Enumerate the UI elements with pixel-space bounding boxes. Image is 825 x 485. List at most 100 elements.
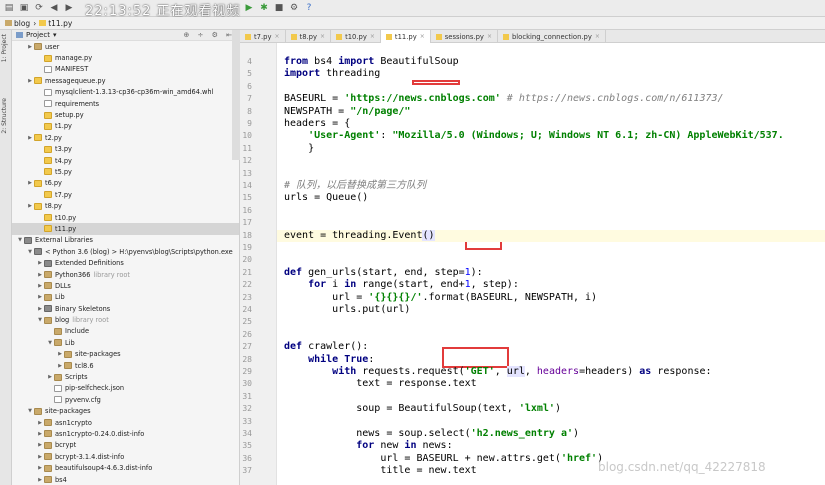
tree-item[interactable]: MANIFEST [12,64,239,75]
tree-item[interactable]: ▶ t6.py [12,178,239,189]
tree-item[interactable]: t7.py [12,189,239,200]
tree-item[interactable]: setup.py [12,109,239,120]
code-line[interactable]: 'User-Agent': "Mozilla/5.0 (Windows; U; … [284,130,784,142]
editor-tab[interactable]: t10.py × [331,30,381,43]
tree-item[interactable]: ▶ messagequeue.py [12,75,239,86]
code-line[interactable]: from bs4 import BeautifulSoup [284,56,459,68]
close-icon[interactable]: × [420,33,425,40]
dropdown-icon[interactable]: ▾ [53,31,57,39]
tree-item[interactable]: ▶ asn1crypto-0.24.0.dist-info [12,428,239,439]
code-line[interactable]: for new in news: [284,440,452,452]
debug-icon[interactable]: ✱ [258,2,270,14]
tree-item[interactable]: ▶ Lib [12,292,239,303]
editor-tab[interactable]: t11.py × [380,30,431,43]
chevron-right-icon[interactable]: ▶ [56,363,64,369]
chevron-right-icon[interactable]: ▶ [36,465,44,471]
code-line[interactable]: soup = BeautifulSoup(text, 'lxml') [284,403,561,415]
tree-item[interactable]: ▼ < Python 3.6 (blog) > H:\pyenvs\blog\Sc… [12,246,239,257]
tree-item[interactable]: ▶ Scripts [12,371,239,382]
tree-item[interactable]: ▶ DLLs [12,280,239,291]
chevron-down-icon[interactable]: ▼ [16,237,24,243]
tree-item[interactable]: t4.py [12,155,239,166]
code-line[interactable]: def gen_urls(start, end, step=1): [284,267,483,279]
chevron-right-icon[interactable]: ▶ [26,203,34,209]
tree-item[interactable]: t1.py [12,121,239,132]
chevron-down-icon[interactable]: ▼ [26,249,34,255]
close-icon[interactable]: × [275,33,280,40]
breadcrumb-item[interactable]: t11.py [39,19,72,28]
sync-icon[interactable]: ⟳ [33,2,45,14]
tree-item[interactable]: ▼ site-packages [12,406,239,417]
tree-item[interactable]: Include [12,326,239,337]
project-panel-title[interactable]: Project [26,31,50,39]
chevron-right-icon[interactable]: ▶ [46,374,54,380]
chevron-right-icon[interactable]: ▶ [36,294,44,300]
tree-item[interactable]: requirements [12,98,239,109]
chevron-right-icon[interactable]: ▶ [26,135,34,141]
code-editor[interactable]: from bs4 import BeautifulSoup import thre… [277,43,825,485]
code-line[interactable]: title = new.text [284,465,476,477]
code-line[interactable]: url = BASEURL + new.attrs.get('href') [284,453,603,465]
code-line[interactable]: with requests.request('GET', url, header… [284,366,712,378]
chevron-down-icon[interactable]: ▼ [26,408,34,414]
editor-tab[interactable]: blocking_connection.py × [498,30,606,43]
tree-item[interactable]: ▶ user [12,41,239,52]
tree-item[interactable]: ▶ bcrypt [12,440,239,451]
tree-item[interactable]: pip-selfcheck.json [12,383,239,394]
tree-item[interactable]: ▶ Binary Skeletons [12,303,239,314]
code-line[interactable]: url = '{}{}{}/'.format(BASEURL, NEWSPATH… [284,292,597,304]
tree-item[interactable]: ▶ Extended Definitions [12,257,239,268]
chevron-right-icon[interactable]: ▶ [36,442,44,448]
tree-item[interactable]: ▶ bcrypt-3.1.4.dist-info [12,451,239,462]
tree-item[interactable]: ▼ Lib [12,337,239,348]
breadcrumb-item[interactable]: blog [5,19,30,28]
code-line[interactable]: for i in range(start, end+1, step): [284,279,519,291]
tree-scrollbar[interactable] [232,30,240,160]
chevron-right-icon[interactable]: ▶ [26,44,34,50]
code-line[interactable]: urls = Queue() [284,192,368,204]
tree-item[interactable]: ▶ bs4 [12,474,239,485]
chevron-right-icon[interactable]: ▶ [36,454,44,460]
help-icon[interactable]: ? [303,2,315,14]
code-line[interactable]: # 队列，以后替换成第三方队列 [284,180,426,192]
close-icon[interactable]: × [487,33,492,40]
back-icon[interactable]: ◀ [48,2,60,14]
close-icon[interactable]: × [370,33,375,40]
tree-item[interactable]: ▶ t2.py [12,132,239,143]
code-line[interactable]: headers = { [284,118,350,130]
tree-item[interactable]: t5.py [12,166,239,177]
code-line[interactable]: urls.put(url) [284,304,410,316]
chevron-down-icon[interactable]: ▼ [36,317,44,323]
run-icon[interactable]: ▶ [243,2,255,14]
chevron-right-icon[interactable]: ▶ [36,431,44,437]
tree-item[interactable]: ▼ External Libraries [12,235,239,246]
tool-tab-structure[interactable]: 2: Structure [1,98,11,134]
editor-tab[interactable]: t7.py × [240,30,286,43]
chevron-right-icon[interactable]: ▶ [36,283,44,289]
chevron-right-icon[interactable]: ▶ [26,78,34,84]
tree-item[interactable]: pyvenv.cfg [12,394,239,405]
chevron-right-icon[interactable]: ▶ [36,477,44,483]
tree-item[interactable]: t3.py [12,144,239,155]
tree-item[interactable]: t10.py [12,212,239,223]
tool-tab-project[interactable]: 1: Project [1,34,11,62]
code-line[interactable]: text = response.text [284,378,476,390]
tree-item[interactable]: ▼ blog library root [12,314,239,325]
chevron-right-icon[interactable]: ▶ [26,180,34,186]
open-icon[interactable]: ▤ [3,2,15,14]
forward-icon[interactable]: ▶ [63,2,75,14]
tree-item[interactable]: ▶ asn1crypto [12,417,239,428]
tree-item[interactable]: ▶ site-packages [12,349,239,360]
code-line[interactable]: while True: [284,354,374,366]
editor-tab[interactable]: t8.py × [286,30,332,43]
chevron-down-icon[interactable]: ▼ [46,340,54,346]
chevron-right-icon[interactable]: ▶ [36,420,44,426]
editor-tab[interactable]: sessions.py × [431,30,498,43]
code-line[interactable]: NEWSPATH = "/n/page/" [284,106,410,118]
close-icon[interactable]: × [320,33,325,40]
tree-item[interactable]: manage.py [12,52,239,63]
tree-item[interactable]: ▶ beautifulsoup4-4.6.3.dist-info [12,462,239,473]
code-line[interactable]: } [284,143,314,155]
chevron-right-icon[interactable]: ▶ [56,351,64,357]
code-line[interactable]: BASEURL = 'https://news.cnblogs.com' # h… [284,93,724,105]
